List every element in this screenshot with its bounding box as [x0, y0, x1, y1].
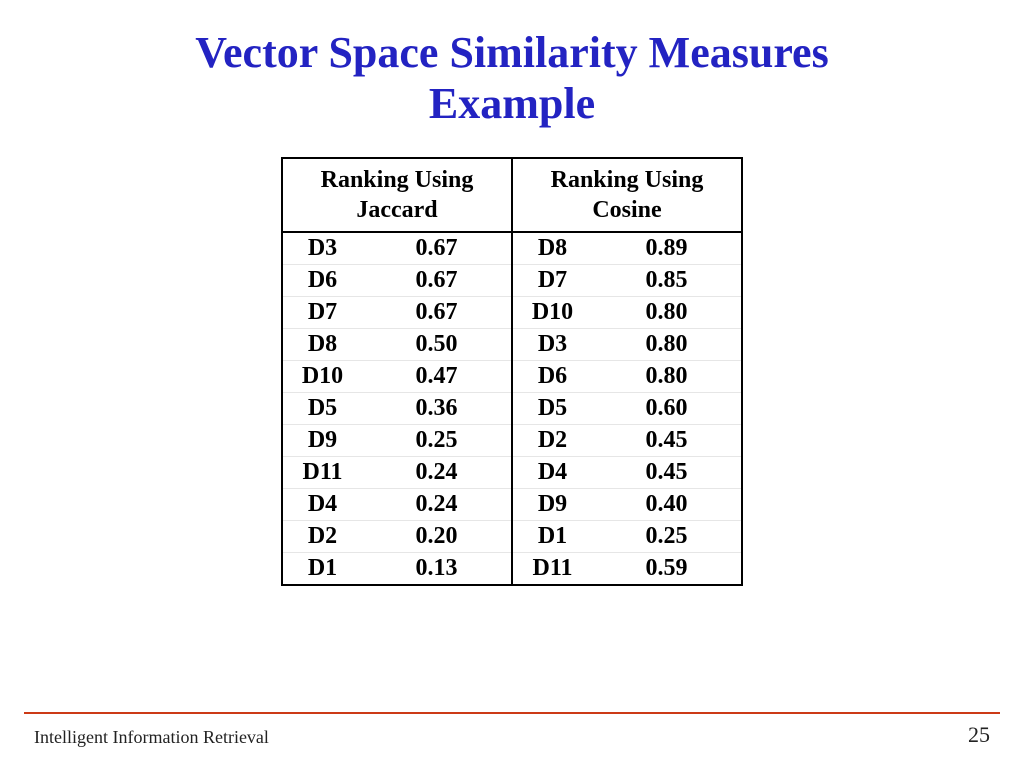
jaccard-doc: D4 [282, 489, 362, 521]
cosine-doc: D1 [512, 521, 592, 553]
cosine-val: 0.40 [592, 489, 742, 521]
header-jaccard: Ranking Using Jaccard [282, 158, 512, 232]
jaccard-doc: D6 [282, 265, 362, 297]
slide-title: Vector Space Similarity Measures Example [0, 0, 1024, 139]
jaccard-doc: D7 [282, 297, 362, 329]
header-jaccard-line1: Ranking Using [321, 167, 474, 193]
table-container: Ranking Using Jaccard Ranking Using Cosi… [0, 157, 1024, 586]
cosine-val: 0.60 [592, 393, 742, 425]
jaccard-val: 0.25 [362, 425, 512, 457]
table-row: D70.67D100.80 [282, 297, 742, 329]
cosine-doc: D7 [512, 265, 592, 297]
jaccard-doc: D10 [282, 361, 362, 393]
jaccard-doc: D5 [282, 393, 362, 425]
footer-divider [24, 712, 1000, 714]
jaccard-val: 0.24 [362, 489, 512, 521]
table-row: D30.67D80.89 [282, 232, 742, 265]
cosine-val: 0.25 [592, 521, 742, 553]
header-cosine-line1: Ranking Using [551, 167, 704, 193]
cosine-val: 0.80 [592, 329, 742, 361]
jaccard-val: 0.47 [362, 361, 512, 393]
header-cosine: Ranking Using Cosine [512, 158, 742, 232]
cosine-val: 0.59 [592, 553, 742, 586]
cosine-val: 0.80 [592, 361, 742, 393]
cosine-doc: D10 [512, 297, 592, 329]
cosine-val: 0.80 [592, 297, 742, 329]
page-number: 25 [968, 722, 990, 748]
cosine-val: 0.85 [592, 265, 742, 297]
jaccard-val: 0.50 [362, 329, 512, 361]
cosine-doc: D2 [512, 425, 592, 457]
cosine-doc: D5 [512, 393, 592, 425]
cosine-val: 0.45 [592, 425, 742, 457]
jaccard-val: 0.67 [362, 297, 512, 329]
cosine-doc: D8 [512, 232, 592, 265]
jaccard-doc: D11 [282, 457, 362, 489]
table-row: D20.20D10.25 [282, 521, 742, 553]
table-row: D50.36D50.60 [282, 393, 742, 425]
jaccard-doc: D2 [282, 521, 362, 553]
header-cosine-line2: Cosine [592, 197, 661, 223]
header-jaccard-line2: Jaccard [356, 197, 437, 223]
jaccard-val: 0.20 [362, 521, 512, 553]
cosine-doc: D9 [512, 489, 592, 521]
cosine-doc: D4 [512, 457, 592, 489]
footer-text: Intelligent Information Retrieval [34, 727, 269, 748]
table-row: D80.50D30.80 [282, 329, 742, 361]
title-line1: Vector Space Similarity Measures [195, 28, 828, 77]
jaccard-val: 0.13 [362, 553, 512, 586]
jaccard-doc: D3 [282, 232, 362, 265]
table-row: D110.24D40.45 [282, 457, 742, 489]
jaccard-val: 0.67 [362, 232, 512, 265]
cosine-doc: D11 [512, 553, 592, 586]
jaccard-doc: D9 [282, 425, 362, 457]
slide: Vector Space Similarity Measures Example… [0, 0, 1024, 768]
jaccard-val: 0.36 [362, 393, 512, 425]
jaccard-doc: D1 [282, 553, 362, 586]
cosine-doc: D3 [512, 329, 592, 361]
table-row: D10.13D110.59 [282, 553, 742, 586]
jaccard-val: 0.67 [362, 265, 512, 297]
table-row: D100.47D60.80 [282, 361, 742, 393]
jaccard-doc: D8 [282, 329, 362, 361]
cosine-val: 0.45 [592, 457, 742, 489]
jaccard-val: 0.24 [362, 457, 512, 489]
table-row: D60.67D70.85 [282, 265, 742, 297]
title-line2: Example [429, 79, 595, 128]
header-row: Ranking Using Jaccard Ranking Using Cosi… [282, 158, 742, 232]
cosine-doc: D6 [512, 361, 592, 393]
table-row: D40.24D90.40 [282, 489, 742, 521]
table-row: D90.25D20.45 [282, 425, 742, 457]
ranking-table: Ranking Using Jaccard Ranking Using Cosi… [281, 157, 743, 586]
cosine-val: 0.89 [592, 232, 742, 265]
table-body: D30.67D80.89 D60.67D70.85 D70.67D100.80 … [282, 232, 742, 585]
